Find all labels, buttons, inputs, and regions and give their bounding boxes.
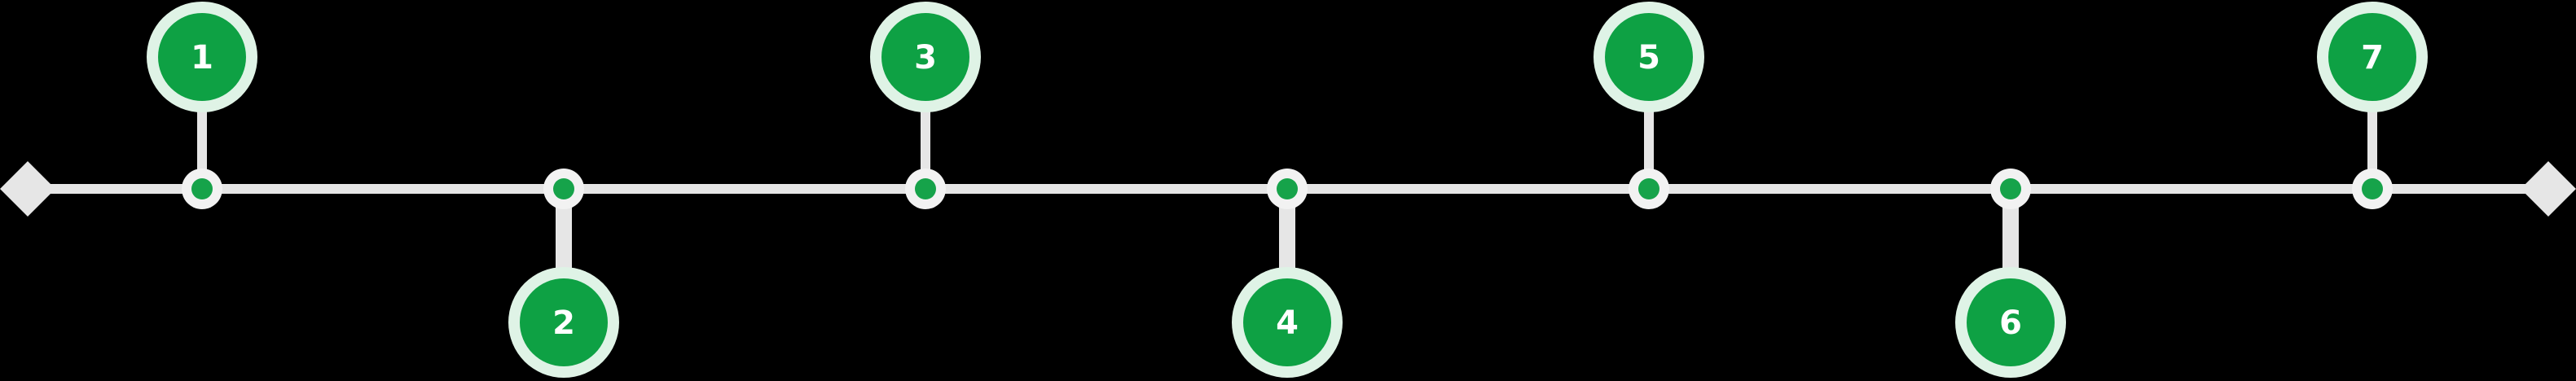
step-node-dot bbox=[915, 178, 936, 199]
step-node-dot bbox=[1638, 178, 1659, 199]
step-node-dot bbox=[553, 178, 574, 199]
step-number: 6 bbox=[1999, 304, 2022, 342]
step-number: 4 bbox=[1276, 304, 1299, 342]
step-number: 3 bbox=[914, 39, 937, 77]
step-node-dot bbox=[1277, 178, 1298, 199]
step-node-dot bbox=[2362, 178, 2383, 199]
timeline-diagram: 1 2 3 4 5 6 7 bbox=[0, 0, 2576, 381]
step-number: 1 bbox=[191, 39, 213, 77]
step-number: 2 bbox=[552, 304, 575, 342]
step-node-dot bbox=[191, 178, 213, 199]
step-number: 5 bbox=[1637, 39, 1660, 77]
step-node-dot bbox=[2000, 178, 2021, 199]
step-number: 7 bbox=[2361, 39, 2384, 77]
